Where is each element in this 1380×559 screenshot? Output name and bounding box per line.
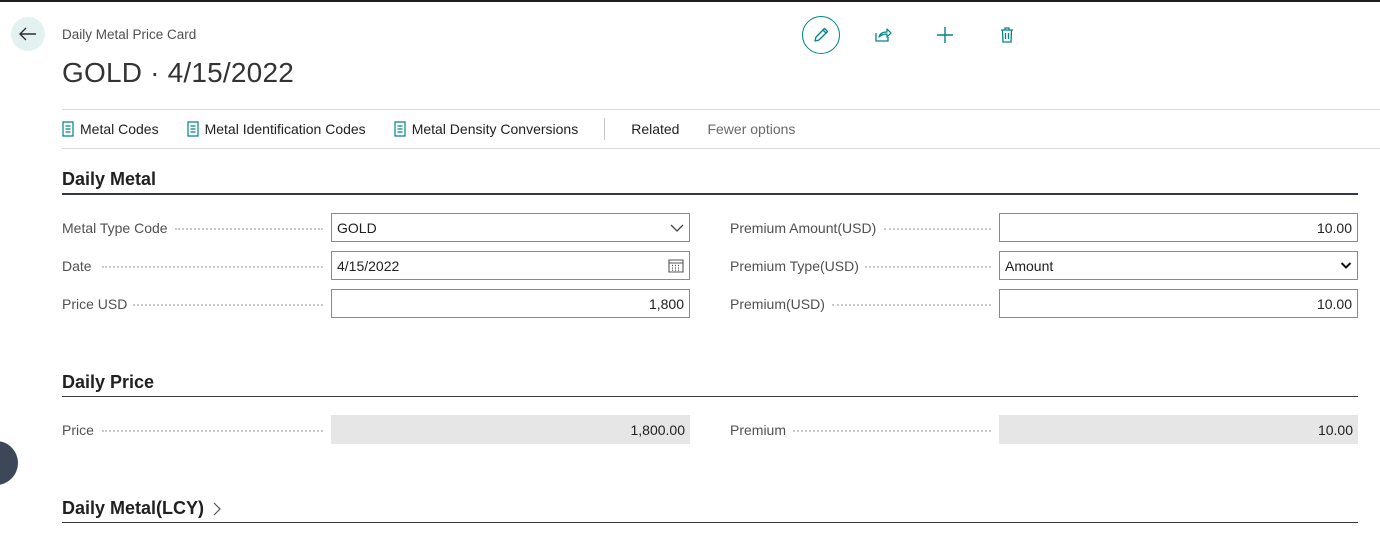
- date-label: Date: [62, 258, 92, 274]
- section-title-daily-metal[interactable]: Daily Metal: [62, 169, 156, 190]
- side-panel-toggle[interactable]: [0, 441, 18, 485]
- price-usd-label: Price USD: [62, 296, 128, 312]
- metal-codes-label: Metal Codes: [80, 121, 159, 137]
- related-menu[interactable]: Related: [631, 121, 679, 137]
- label-leader-dots: [102, 266, 323, 268]
- action-toolbar: [802, 16, 1050, 54]
- price-value: 1,800.00: [630, 421, 686, 438]
- section-divider: [62, 522, 1358, 523]
- section-title-daily-metal-lcy[interactable]: Daily Metal(LCY): [62, 498, 221, 519]
- share-icon: [875, 28, 892, 42]
- premium-type-select[interactable]: Amount: [999, 251, 1358, 280]
- date-value: 4/15/2022: [337, 257, 400, 274]
- label-leader-dots: [832, 304, 991, 306]
- premium-amount-value: 10.00: [1316, 219, 1352, 236]
- premium-amount-input[interactable]: 10.00: [999, 213, 1358, 242]
- premium-usd-label: Premium(USD): [730, 296, 825, 312]
- new-button[interactable]: [926, 16, 964, 54]
- back-button[interactable]: [11, 17, 45, 51]
- metal-type-code-value: GOLD: [337, 219, 377, 236]
- metal-identification-codes-label: Metal Identification Codes: [204, 121, 366, 137]
- premium-type-value: Amount: [1005, 257, 1054, 274]
- daily-metal-lcy-label: Daily Metal(LCY): [62, 498, 205, 518]
- action-bar-separator: [604, 118, 606, 140]
- metal-type-code-input[interactable]: GOLD: [331, 213, 690, 242]
- section-divider: [62, 396, 1358, 397]
- page-title: GOLD · 4/15/2022: [62, 57, 294, 88]
- premium-label: Premium: [730, 422, 787, 438]
- chevron-down-icon[interactable]: [670, 223, 684, 233]
- document-icon: [62, 121, 74, 137]
- premium-usd-value: 10.00: [1316, 295, 1352, 312]
- action-bar: Metal Codes Metal Identification Codes M…: [62, 109, 1380, 149]
- chevron-right-icon: [213, 502, 221, 516]
- metal-codes-action[interactable]: Metal Codes: [62, 121, 159, 137]
- fewer-options-button[interactable]: Fewer options: [707, 121, 795, 137]
- premium-type-label: Premium Type(USD): [730, 258, 859, 274]
- price-readonly-field: 1,800.00: [331, 415, 690, 444]
- metal-identification-codes-action[interactable]: Metal Identification Codes: [186, 121, 366, 137]
- section-divider: [62, 193, 1358, 195]
- label-leader-dots: [175, 228, 323, 230]
- label-leader-dots: [793, 430, 991, 432]
- metal-type-code-label: Metal Type Code: [62, 220, 168, 236]
- price-label: Price: [62, 422, 94, 438]
- price-usd-value: 1,800: [648, 295, 684, 312]
- price-usd-input[interactable]: 1,800: [331, 289, 690, 318]
- section-title-daily-price[interactable]: Daily Price: [62, 372, 154, 393]
- metal-density-conversions-label: Metal Density Conversions: [411, 121, 579, 137]
- date-input[interactable]: 4/15/2022: [331, 251, 690, 280]
- top-border: [0, 0, 1380, 2]
- document-icon: [186, 121, 199, 137]
- premium-value: 10.00: [1317, 421, 1353, 438]
- chevron-down-icon[interactable]: [1340, 261, 1352, 270]
- calendar-icon[interactable]: [668, 258, 684, 273]
- label-leader-dots: [884, 228, 991, 230]
- delete-button[interactable]: [988, 16, 1026, 54]
- edit-button[interactable]: [802, 16, 840, 54]
- premium-amount-label: Premium Amount(USD): [730, 220, 877, 236]
- label-leader-dots: [102, 430, 323, 432]
- breadcrumb: Daily Metal Price Card: [62, 27, 197, 42]
- trash-icon: [1001, 27, 1013, 43]
- document-icon: [394, 121, 406, 137]
- back-arrow-icon: [19, 27, 36, 41]
- label-leader-dots: [865, 266, 991, 268]
- premium-usd-input[interactable]: 10.00: [999, 289, 1358, 318]
- pencil-icon: [814, 27, 829, 42]
- label-leader-dots: [133, 304, 323, 306]
- plus-icon: [937, 27, 953, 43]
- share-button[interactable]: [864, 16, 902, 54]
- premium-readonly-field: 10.00: [999, 415, 1358, 444]
- metal-density-conversions-action[interactable]: Metal Density Conversions: [394, 121, 579, 137]
